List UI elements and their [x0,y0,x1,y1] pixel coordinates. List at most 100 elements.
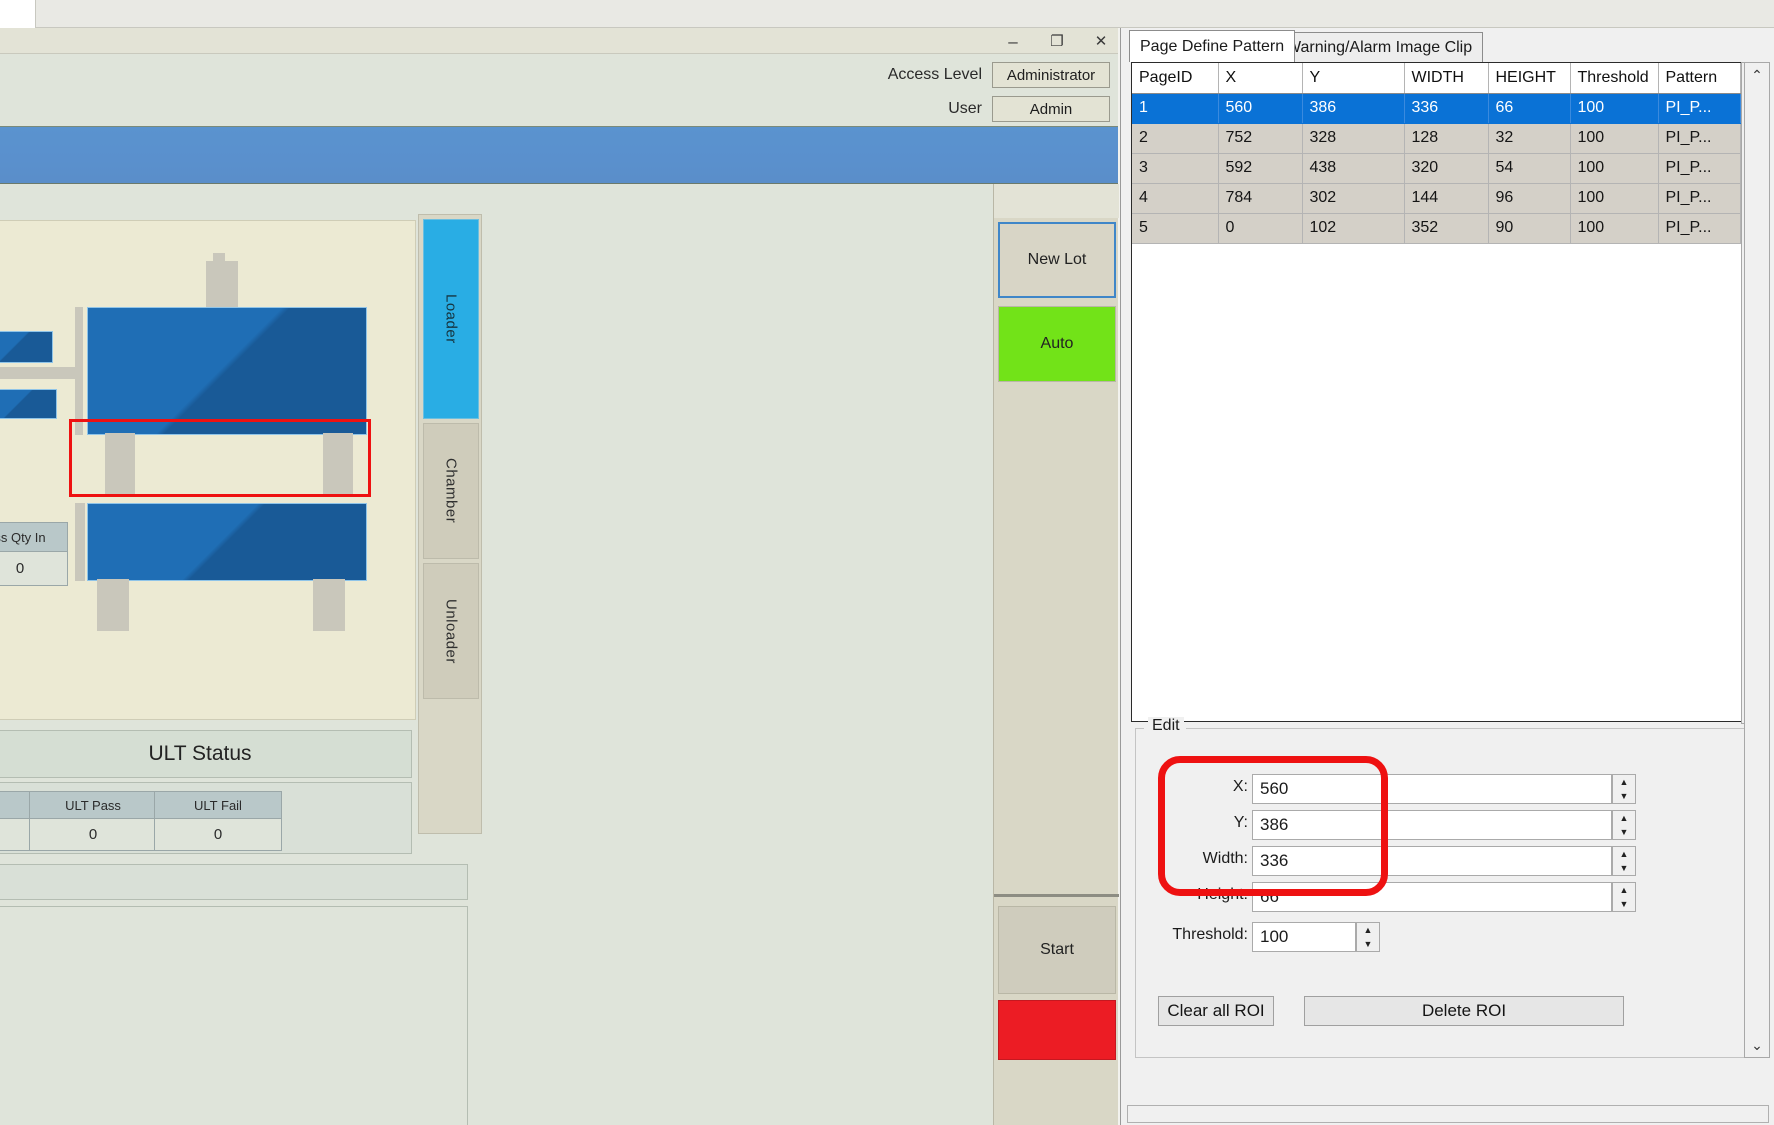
panel-scrollbar[interactable]: ⌃ ⌄ [1744,62,1770,1058]
access-level-value[interactable]: Administrator [992,62,1110,88]
qty-in-label: ss Qty In [0,522,68,552]
roi-grid[interactable]: PageID X Y WIDTH HEIGHT Threshold Patter… [1132,63,1741,244]
machine-diagram[interactable] [0,220,416,720]
spinner-up-icon[interactable]: ▲ [1613,883,1635,897]
col-header-y[interactable]: Y [1302,63,1404,93]
user-label: User [948,100,982,118]
tab-loader[interactable]: Loader [423,219,479,419]
cell-pageid: 5 [1132,213,1218,243]
minimize-icon[interactable]: – [1002,30,1024,52]
maximize-icon[interactable]: ❐ [1046,30,1068,52]
cell-width: 336 [1404,93,1488,123]
tab-page-define-pattern[interactable]: Page Define Pattern [1129,30,1295,62]
diagram-tray-lower [87,503,367,581]
clear-all-roi-button[interactable]: Clear all ROI [1158,996,1274,1026]
width-spinner[interactable]: ▲ ▼ [1612,846,1636,876]
cell-height: 90 [1488,213,1570,243]
panel-chevron-up-icon[interactable]: ⌃ [1745,63,1769,87]
x-label: X: [1136,778,1248,796]
threshold-input[interactable]: 100 [1252,922,1356,952]
x-input[interactable]: 560 [1252,774,1612,804]
cell-height: 32 [1488,123,1570,153]
col-header-x[interactable]: X [1218,63,1302,93]
cell-pageid: 3 [1132,153,1218,183]
bottom-panel-lower [0,906,468,1125]
spinner-up-icon[interactable]: ▲ [1613,775,1635,789]
cell-y: 386 [1302,93,1404,123]
spinner-down-icon[interactable]: ▼ [1613,789,1635,803]
access-level-row: Access Level Administrator [888,62,1110,88]
height-input[interactable]: 66 [1252,882,1612,912]
ult-counts-panel: ULT Pass 0 ULT Fail 0 [0,782,412,854]
x-spinner[interactable]: ▲ ▼ [1612,774,1636,804]
top-strip-tab[interactable] [0,0,36,28]
tab-chamber[interactable]: Chamber [423,423,479,559]
threshold-spinner[interactable]: ▲ ▼ [1356,922,1380,952]
height-label: Height: [1136,886,1248,904]
tab-chamber-label: Chamber [443,458,460,523]
col-header-pageid[interactable]: PageID [1132,63,1218,93]
col-header-threshold[interactable]: Threshold [1570,63,1658,93]
auto-button[interactable]: Auto [998,306,1116,382]
table-row[interactable]: 3 592 438 320 54 100 PI_P... [1132,153,1740,183]
access-level-label: Access Level [888,66,982,84]
qty-in-value: 0 [0,552,68,586]
access-level-area: Access Level Administrator User Admin [0,54,1118,126]
tab-unloader[interactable]: Unloader [423,563,479,699]
spinner-up-icon[interactable]: ▲ [1613,847,1635,861]
table-row[interactable]: 1 560 386 336 66 100 PI_P... [1132,93,1740,123]
field-row-y: Y: 386 ▲ ▼ [1136,810,1760,840]
cell-pattern: PI_P... [1658,93,1740,123]
panel-chevron-down-icon[interactable]: ⌄ [1745,1033,1769,1057]
delete-roi-button[interactable]: Delete ROI [1304,996,1624,1026]
user-row: User Admin [948,96,1110,122]
cell-y: 302 [1302,183,1404,213]
spinner-up-icon[interactable]: ▲ [1357,923,1379,937]
threshold-label: Threshold: [1136,926,1248,944]
col-header-height[interactable]: HEIGHT [1488,63,1570,93]
width-label: Width: [1136,850,1248,868]
diagram-rail-lower [75,503,85,581]
cell-pageid: 2 [1132,123,1218,153]
field-row-height: Height: 66 ▲ ▼ [1136,882,1760,912]
ult-fail-value: 0 [154,819,282,851]
table-row[interactable]: 5 0 102 352 90 100 PI_P... [1132,213,1740,243]
spinner-down-icon[interactable]: ▼ [1613,897,1635,911]
width-input[interactable]: 336 [1252,846,1612,876]
roi-grid-header-row: PageID X Y WIDTH HEIGHT Threshold Patter… [1132,63,1740,93]
table-row[interactable]: 4 784 302 144 96 100 PI_P... [1132,183,1740,213]
spinner-down-icon[interactable]: ▼ [1613,825,1635,839]
col-header-width[interactable]: WIDTH [1404,63,1488,93]
close-icon[interactable]: ✕ [1090,30,1112,52]
machine-button-column: New Lot Auto Start [993,184,1118,1125]
cell-threshold: 100 [1570,153,1658,183]
user-value[interactable]: Admin [992,96,1110,122]
y-spinner[interactable]: ▲ ▼ [1612,810,1636,840]
y-input[interactable]: 386 [1252,810,1612,840]
tab-warning-alarm-image-clip[interactable]: Warning/Alarm Image Clip [1275,32,1483,62]
ult-fail-label: ULT Fail [154,791,282,819]
height-spinner[interactable]: ▲ ▼ [1612,882,1636,912]
spinner-down-icon[interactable]: ▼ [1357,937,1379,951]
spinner-down-icon[interactable]: ▼ [1613,861,1635,875]
ult-pass-label: ULT Pass [29,791,157,819]
col-header-pattern[interactable]: Pattern [1658,63,1740,93]
cell-x: 0 [1218,213,1302,243]
spinner-up-icon[interactable]: ▲ [1613,811,1635,825]
diagram-connector-bar [0,367,75,379]
start-button[interactable]: Start [998,906,1116,994]
blue-header-bar [0,126,1118,184]
diagram-nozzle [206,261,238,309]
field-row-threshold: Threshold: 100 ▲ ▼ [1136,922,1760,952]
roi-grid-container[interactable]: PageID X Y WIDTH HEIGHT Threshold Patter… [1131,62,1769,722]
top-strip [0,0,1774,28]
table-row[interactable]: 2 752 328 128 32 100 PI_P... [1132,123,1740,153]
tab-loader-label: Loader [443,294,460,344]
tab-unloader-label: Unloader [443,599,460,664]
cell-threshold: 100 [1570,123,1658,153]
cell-pattern: PI_P... [1658,153,1740,183]
ult-pass-cell: ULT Pass 0 [29,791,157,851]
cell-pattern: PI_P... [1658,183,1740,213]
new-lot-button[interactable]: New Lot [998,222,1116,298]
stop-button[interactable] [998,1000,1116,1060]
